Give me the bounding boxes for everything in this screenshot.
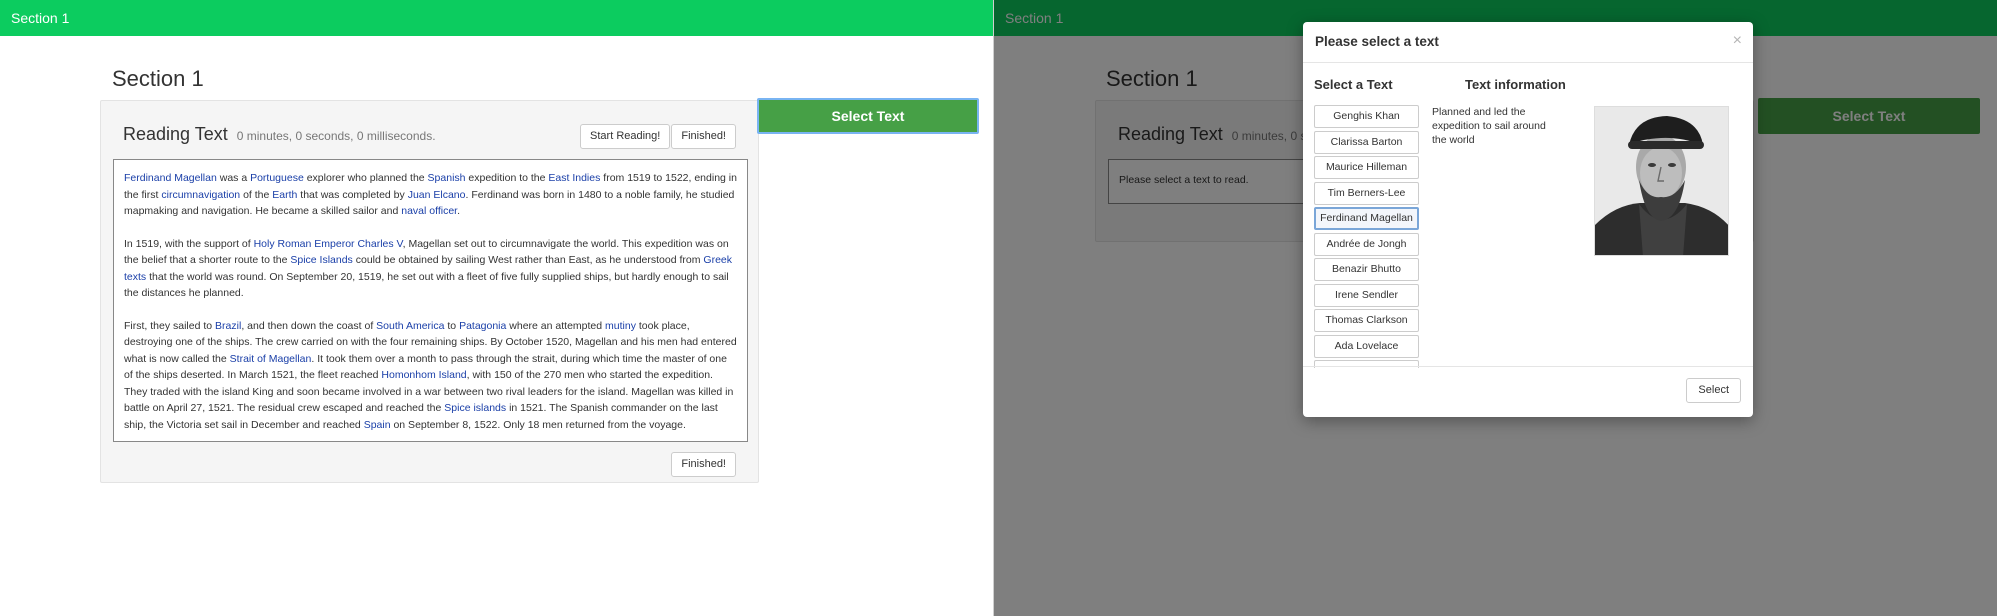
text-option[interactable]: Benazir Bhutto [1314,258,1419,281]
close-icon[interactable]: × [1733,32,1742,50]
finished-bottom-button[interactable]: Finished! [671,452,736,477]
text-option[interactable]: Ferdinand Magellan [1314,207,1419,230]
paragraph-text: that was completed by [297,188,408,201]
wiki-link[interactable]: naval officer [401,205,457,217]
reading-paragraph: In 1519, with the support of Holy Roman … [124,236,737,302]
paragraph-text: was a [216,172,251,184]
text-information-heading: Text information [1465,77,1566,92]
wiki-link[interactable]: Patagonia [459,320,506,332]
wiki-link[interactable]: Strait of Magellan [230,353,312,365]
wiki-link[interactable]: Spain [364,419,391,431]
wiki-link[interactable]: Spanish [428,172,466,184]
paragraph-text: expedition to the [465,172,549,184]
wiki-link[interactable]: Spice islands [444,402,506,414]
paragraph-text: , and then down the coast of [241,319,377,332]
text-option[interactable]: Irene Sendler [1314,283,1419,307]
paragraph-text: could be obtained by sailing West rather… [352,254,704,266]
wiki-link[interactable]: Portuguese [250,172,304,184]
paragraph-text: where an attempted [506,319,606,332]
paragraph-text: In 1519, with the support of [124,237,254,250]
reading-panel-header: Reading Text 0 minutes, 0 seconds, 0 mil… [101,101,758,155]
section-title: Section 1 [112,66,204,91]
text-option[interactable]: Ada Lovelace [1314,334,1419,358]
wiki-link[interactable]: Brazil [215,320,241,332]
text-option[interactable]: Maurice Hilleman [1314,156,1419,179]
reading-paragraph: Ferdinand Magellan was a Portuguese expl… [124,170,737,220]
paragraph-text: of the [240,188,273,201]
wiki-link[interactable]: Juan Elcano [408,189,466,201]
paragraph-text: First, they sailed to [124,319,216,332]
paragraph-text: . [457,205,461,217]
select-text-button[interactable]: Select Text [757,98,979,134]
text-list[interactable]: Genghis Khan Clarissa Barton Maurice Hille… [1314,105,1421,368]
reading-text-heading: Reading Text [123,124,228,144]
text-option[interactable]: Genghis Khan [1314,105,1419,128]
top-navbar: Section 1 [0,0,993,36]
reading-panel-footer: Finished! [101,442,758,482]
select-text-modal: Please select a text × Select a Text Tex… [1303,22,1753,417]
text-option[interactable]: Andrée de Jongh [1314,232,1419,256]
reading-panel-title: Reading Text 0 minutes, 0 seconds, 0 mil… [123,124,436,145]
select-a-text-heading: Select a Text [1314,77,1393,92]
modal-header: Please select a text × [1303,22,1753,63]
wiki-link[interactable]: Holy Roman Emperor Charles V [254,238,403,250]
text-option[interactable]: Clarissa Barton [1314,130,1419,154]
wiki-link[interactable]: Spice Islands [290,254,352,266]
wiki-link[interactable]: circumnavigation [161,189,240,201]
reading-paragraph: First, they sailed to Brazil, and then d… [124,318,737,434]
wiki-link[interactable]: Homonhom Island [381,369,466,381]
modal-footer: Select [1303,366,1753,417]
right-pane: Section 1 Section 1 Reading Text 0 minut… [994,0,1997,616]
reading-panel: Reading Text 0 minutes, 0 seconds, 0 mil… [100,100,759,483]
paragraph-text: that the world was round. On September 2… [124,270,729,300]
start-reading-button[interactable]: Start Reading! [580,124,671,149]
paragraph-text: to [444,319,460,332]
paragraph-text: explorer who planned the [303,172,428,184]
select-button[interactable]: Select [1686,378,1741,403]
portrait-illustration [1595,107,1728,255]
reading-timer: 0 minutes, 0 seconds, 0 milliseconds. [236,129,436,143]
reading-text-box: Ferdinand Magellan was a Portuguese expl… [113,159,748,442]
text-information: Planned and led the expedition to sail a… [1432,106,1546,146]
wiki-link[interactable]: mutiny [605,320,636,332]
text-option[interactable]: Tim Berners-Lee [1314,181,1419,205]
wiki-link[interactable]: East Indies [548,172,600,184]
wiki-link[interactable]: Earth [272,189,297,201]
wiki-link[interactable]: Ferdinand Magellan [124,172,217,184]
left-pane: Section 1 Section 1 Reading Text 0 minut… [0,0,993,616]
text-option[interactable]: Thomas Clarkson [1314,309,1419,332]
modal-body: Select a Text Text information Genghis K… [1303,63,1753,368]
portrait-image [1594,106,1729,256]
modal-title: Please select a text [1315,34,1439,49]
paragraph-text: on September 8, 1522. Only 18 men return… [390,418,686,431]
reading-controls: Start Reading! Finished! [580,124,736,149]
finished-button[interactable]: Finished! [671,124,736,149]
wiki-link[interactable]: South America [376,320,444,332]
